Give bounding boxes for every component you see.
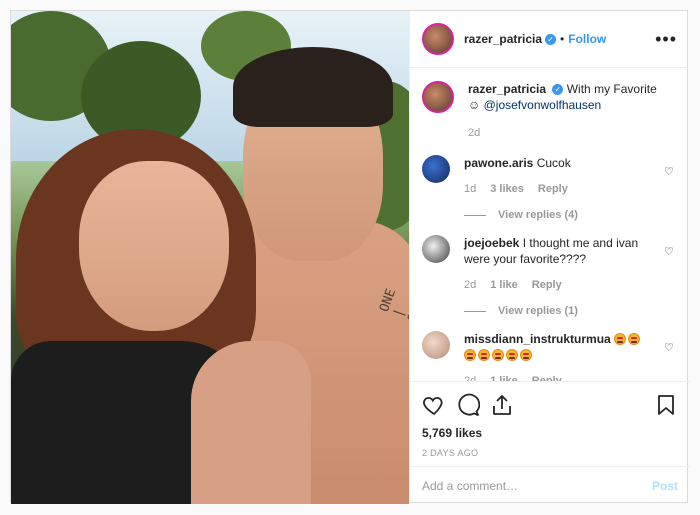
verified-badge-icon: ✓ [552,84,564,96]
author-avatar[interactable] [422,23,454,55]
heart-outline-icon[interactable]: ♡ [664,165,674,178]
comment-meta: 2d 1 like Reply [464,277,658,293]
heart-outline-icon[interactable]: ♡ [664,245,674,258]
view-replies-label: View replies (1) [498,305,578,317]
heart-icon[interactable] [422,393,446,417]
post-photo[interactable]: ONE | OST [11,11,409,504]
post-modal: ONE | OST razer_patricia ✓ • Follow ••• … [10,10,690,504]
comment-likes[interactable]: 1 like [490,373,518,381]
comment-age: 1d [464,183,477,195]
view-replies-button[interactable]: View replies (1) [464,303,658,319]
more-options-icon[interactable]: ••• [655,30,677,48]
header-separator: • [560,32,565,46]
heart-outline-icon[interactable]: ♡ [664,341,674,354]
caption-body: razer_patricia ✓ With my Favorite ☺ @jos… [468,81,678,141]
caption-mention[interactable]: @josefvonwolfhausen [484,98,602,112]
woman-arm [191,341,311,504]
caption: razer_patricia ✓ With my Favorite ☺ @jos… [422,81,678,141]
replies-divider [464,214,486,216]
comment-likes[interactable]: 3 likes [490,181,524,197]
post-actions: 5,769 likes 2 DAYS AGO [410,381,690,458]
reply-button[interactable]: Reply [532,373,562,381]
comment-meta: 2d 1 like Reply [464,373,658,381]
comment-body: joejoebek I thought me and ivan were you… [464,235,678,319]
heart-eyes-emoji-icon [506,349,518,361]
comment-icon[interactable] [456,393,480,417]
action-icons [422,390,678,420]
comment-item: missdiann_instrukturmua 2d 1 like Reply … [422,331,678,381]
commenter-avatar[interactable] [422,331,450,359]
reply-button[interactable]: Reply [538,181,568,197]
follow-button[interactable]: Follow [568,32,606,46]
heart-eyes-emoji-icon [464,349,476,361]
comment-age: 2d [464,375,477,381]
comment-age: 2d [464,279,477,291]
grimace-emoji-icon [520,349,532,361]
view-replies-button[interactable]: View replies (4) [464,207,658,223]
replies-divider [464,310,486,312]
heart-eyes-emoji-icon [478,349,490,361]
post-timestamp[interactable]: 2 DAYS AGO [422,448,678,458]
comments-list[interactable]: razer_patricia ✓ With my Favorite ☺ @jos… [410,69,690,381]
bookmark-icon[interactable] [654,393,678,417]
comment-body: missdiann_instrukturmua 2d 1 like Reply [464,331,678,381]
commenter-avatar[interactable] [422,155,450,183]
man-hair [233,47,393,127]
comment-likes[interactable]: 1 like [490,277,518,293]
comment-body: pawone.aris Cucok 1d 3 likes Reply View … [464,155,678,223]
caption-meta: 2d [468,125,658,141]
view-replies-label: View replies (4) [498,209,578,221]
comment-username[interactable]: joejoebek [464,236,519,250]
add-comment-bar: Add a comment… Post [410,466,690,504]
heart-eyes-emoji-icon [614,333,627,345]
heart-eyes-emoji-icon [628,333,641,345]
likes-count[interactable]: 5,769 likes [422,426,678,440]
comment-item: joejoebek I thought me and ivan were you… [422,235,678,319]
comment-item: pawone.aris Cucok 1d 3 likes Reply View … [422,155,678,223]
post-header: razer_patricia ✓ • Follow ••• [410,11,689,68]
post-side-panel: razer_patricia ✓ • Follow ••• razer_patr… [409,11,690,504]
commenter-avatar[interactable] [422,235,450,263]
caption-username[interactable]: razer_patricia [468,82,546,96]
caption-age: 2d [468,127,481,139]
share-icon[interactable] [490,393,514,417]
woman-face [79,161,229,331]
comment-meta: 1d 3 likes Reply [464,181,658,197]
heart-eyes-emoji-icon [492,349,504,361]
caption-avatar[interactable] [422,81,454,113]
comment-username[interactable]: missdiann_instrukturmua [464,332,611,346]
post-comment-button[interactable]: Post [652,479,678,493]
author-username[interactable]: razer_patricia [464,32,542,46]
comment-username[interactable]: pawone.aris [464,156,533,170]
comment-text: Cucok [536,156,571,170]
reply-button[interactable]: Reply [532,277,562,293]
verified-badge-icon: ✓ [545,33,557,45]
comment-input[interactable]: Add a comment… [422,479,652,493]
